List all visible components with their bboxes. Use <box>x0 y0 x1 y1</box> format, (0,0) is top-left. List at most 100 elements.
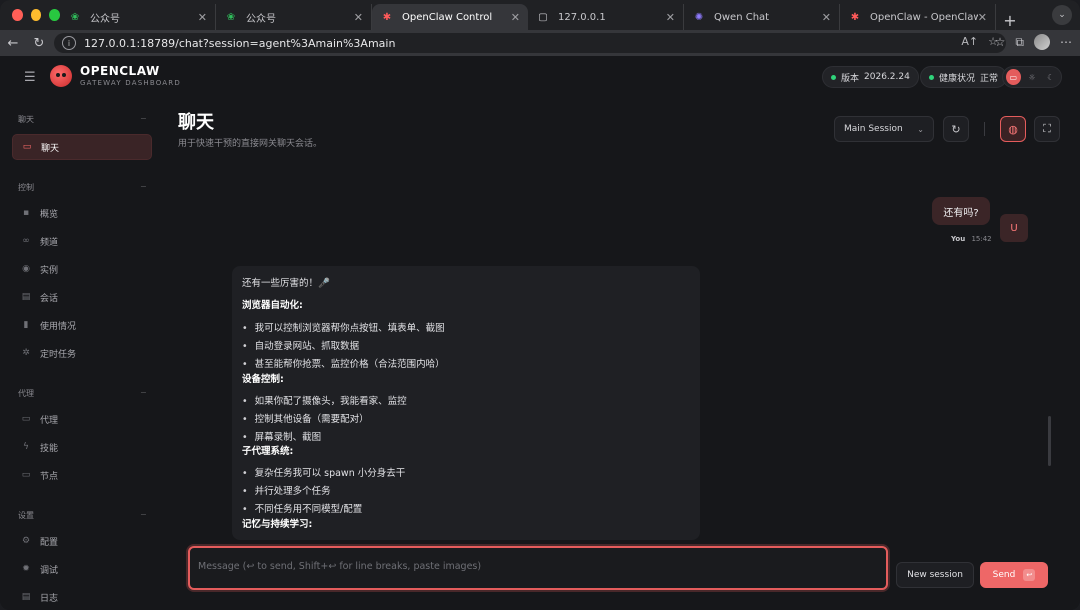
favorites-icon[interactable]: ☆ <box>995 35 1006 49</box>
page-icon: ▢ <box>538 11 548 23</box>
chevron-down-icon: ⌄ <box>917 124 924 134</box>
brain-icon: ◍ <box>1008 122 1018 136</box>
close-icon[interactable]: ✕ <box>822 11 831 24</box>
sidebar-item-chat[interactable]: ▭ 聊天 <box>12 134 152 160</box>
monitor-icon: ▭ <box>21 470 31 480</box>
read-aloud-icon[interactable]: A↑ <box>961 35 978 48</box>
message-heading: 记忆与持续学习: <box>242 519 313 530</box>
tab-localhost[interactable]: ▢ 127.0.0.1 ✕ <box>528 4 684 30</box>
bolt-icon: ϟ <box>23 442 29 452</box>
qwen-icon: ✺ <box>694 11 704 23</box>
new-session-button[interactable]: New session <box>896 562 974 588</box>
close-icon[interactable]: ✕ <box>354 11 363 24</box>
tab-label: OpenClaw Control <box>402 11 493 23</box>
user-message-meta: You 15:42 <box>951 235 992 243</box>
sidebar-item-nodes[interactable]: ▭ 节点 <box>12 462 152 488</box>
app-topbar: ☰ OPENCLAW GATEWAY DASHBOARD 版本 2026.2.2… <box>0 56 1080 98</box>
close-window-button[interactable] <box>12 9 23 21</box>
version-value: 2026.2.24 <box>864 72 910 82</box>
sidebar-item-cron[interactable]: ✲ 定时任务 <box>12 340 152 366</box>
health-label: 健康状况 <box>939 73 976 84</box>
message-composer <box>188 546 888 590</box>
collections-icon[interactable]: ⧉ <box>1015 35 1024 50</box>
sidebar-item-usage[interactable]: ▮ 使用情况 <box>12 312 152 338</box>
message-input[interactable] <box>198 561 878 572</box>
sidebar-section-title: 设置 <box>18 511 34 520</box>
openclaw-logo-icon <box>50 64 72 87</box>
browser-toolbar-right: ☆ ⧉ ⋯ <box>995 34 1072 50</box>
bar-chart-icon: ▪ <box>22 208 30 218</box>
monitor-icon[interactable]: ▭ <box>1006 69 1021 85</box>
health-badge: 健康状况 正常 <box>920 66 1008 88</box>
site-info-icon[interactable]: i <box>62 36 76 50</box>
reload-button[interactable]: ↻ <box>26 36 52 51</box>
sidebar-item-label: 概览 <box>40 209 59 220</box>
sidebar-item-skills[interactable]: ϟ 技能 <box>12 434 152 460</box>
chat-icon: ▭ <box>22 142 32 152</box>
sidebar-item-label: 技能 <box>40 443 59 454</box>
collapse-icon[interactable]: − <box>140 510 147 519</box>
sidebar-item-logs[interactable]: ▤ 日志 <box>12 584 152 610</box>
enter-key-icon: ↩ <box>1023 569 1036 581</box>
back-button[interactable]: ← <box>0 36 26 51</box>
brand: OPENCLAW GATEWAY DASHBOARD <box>50 64 181 87</box>
user-message-bubble: 还有吗? <box>932 197 990 225</box>
new-tab-button[interactable]: + <box>996 11 1024 30</box>
link-icon: ∞ <box>22 236 30 246</box>
status-dot-icon <box>929 74 934 80</box>
tab-openclaw[interactable]: ✱ OpenClaw - OpenClaw ✕ <box>840 4 996 30</box>
close-icon[interactable]: ✕ <box>511 11 520 24</box>
message-bullet: 复杂任务我可以 spawn 小分身去干 <box>242 465 406 479</box>
collapse-icon[interactable]: − <box>140 182 147 191</box>
sidebar-item-label: 代理 <box>40 415 59 426</box>
session-select[interactable]: Main Session ⌄ <box>834 116 934 142</box>
tab-wechat-2[interactable]: ❀ 公众号 ✕ <box>216 4 372 30</box>
version-label: 版本 <box>841 73 860 84</box>
refresh-button[interactable]: ↻ <box>943 116 969 142</box>
sidebar-item-channels[interactable]: ∞ 频道 <box>12 228 152 254</box>
sidebar-item-overview[interactable]: ▪ 概览 <box>12 200 152 226</box>
close-icon[interactable]: ✕ <box>198 11 207 24</box>
tab-qwen-chat[interactable]: ✺ Qwen Chat ✕ <box>684 4 840 30</box>
tab-wechat-1[interactable]: ❀ 公众号 ✕ <box>60 4 216 30</box>
sun-icon[interactable]: ☼ <box>1025 69 1040 85</box>
collapse-icon[interactable]: − <box>140 114 147 123</box>
send-button[interactable]: Send ↩ <box>980 562 1048 588</box>
sidebar-item-config[interactable]: ⚙ 配置 <box>12 528 152 554</box>
tab-label: OpenClaw - OpenClaw <box>870 11 978 23</box>
tab-label: 127.0.0.1 <box>558 11 606 23</box>
menu-icon[interactable]: ☰ <box>24 70 36 85</box>
tab-bar: ❀ 公众号 ✕ ❀ 公众号 ✕ ✱ OpenClaw Control ✕ ▢ 1… <box>0 0 1080 30</box>
broadcast-icon: ◉ <box>22 264 30 274</box>
folder-icon: ▭ <box>21 414 31 424</box>
sidebar-item-sessions[interactable]: ▤ 会话 <box>12 284 152 310</box>
sidebar-item-agents[interactable]: ▭ 代理 <box>12 406 152 432</box>
sidebar-item-instances[interactable]: ◉ 实例 <box>12 256 152 282</box>
focus-mode-button[interactable]: ⛶ <box>1034 116 1060 142</box>
close-icon[interactable]: ✕ <box>978 11 987 24</box>
tab-label: 公众号 <box>246 13 276 25</box>
version-badge: 版本 2026.2.24 <box>822 66 919 88</box>
profile-avatar[interactable] <box>1034 34 1050 50</box>
divider <box>984 122 985 136</box>
collapse-icon[interactable]: − <box>140 388 147 397</box>
maximize-window-button[interactable] <box>49 9 61 21</box>
tab-label: 公众号 <box>90 13 120 25</box>
close-icon[interactable]: ✕ <box>666 11 675 24</box>
more-menu-icon[interactable]: ⋯ <box>1060 35 1072 49</box>
message-bullet: 并行处理多个任务 <box>242 483 331 497</box>
thinking-toggle-button[interactable]: ◍ <box>1000 116 1026 142</box>
url-field[interactable]: i 127.0.0.1:18789/chat?session=agent%3Am… <box>54 33 1006 53</box>
tab-label: Qwen Chat <box>714 11 770 23</box>
minimize-window-button[interactable] <box>30 9 42 21</box>
tab-openclaw-control[interactable]: ✱ OpenClaw Control ✕ <box>372 4 528 30</box>
sidebar-section-title: 代理 <box>18 389 34 398</box>
moon-icon[interactable]: ☾ <box>1043 69 1058 85</box>
tab-search-button[interactable]: ⌄ <box>1052 5 1072 25</box>
focus-icon: ⛶ <box>1043 122 1051 135</box>
chat-scrollbar[interactable] <box>1048 416 1051 466</box>
sidebar-item-debug[interactable]: ✹ 调试 <box>12 556 152 582</box>
tab-strip: ❀ 公众号 ✕ ❀ 公众号 ✕ ✱ OpenClaw Control ✕ ▢ 1… <box>60 0 1024 30</box>
user-message-text: 还有吗? <box>943 207 979 219</box>
sidebar-item-label: 实例 <box>40 265 59 276</box>
